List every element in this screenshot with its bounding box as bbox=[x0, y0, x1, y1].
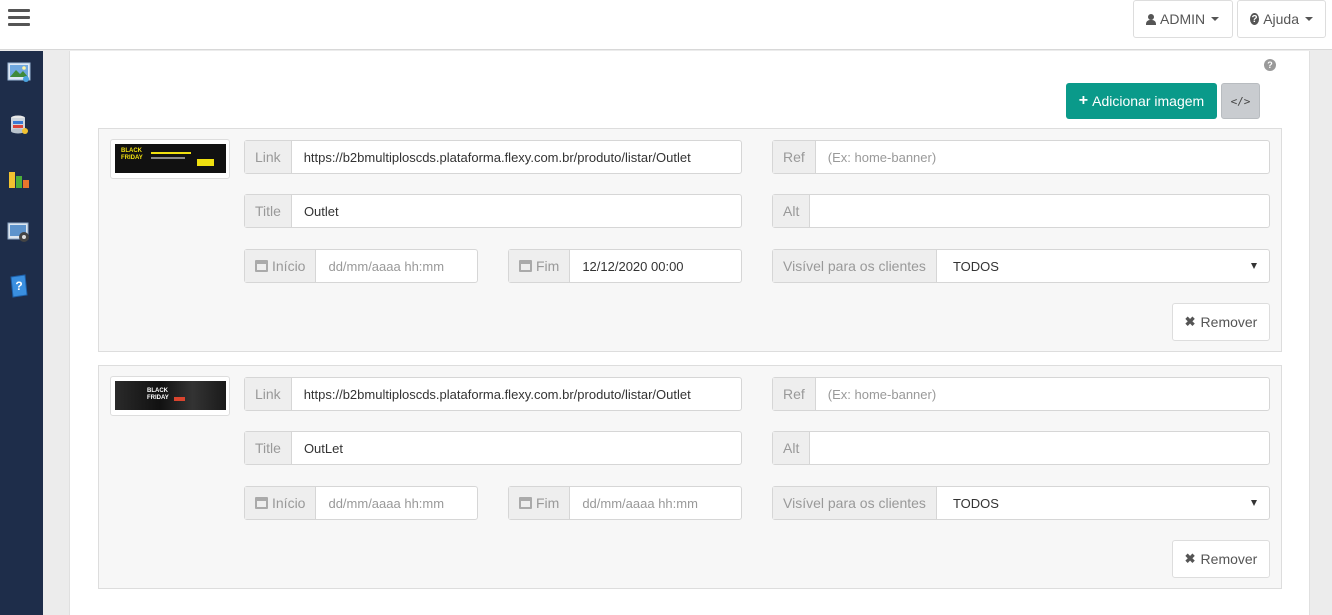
ref-input-group: Ref (Ex: home-banner) bbox=[772, 377, 1270, 411]
banner-editor-panel: ? + Adicionar imagem </> BLACK FRIDAY Li… bbox=[69, 51, 1310, 615]
select-arrow-icon bbox=[1251, 500, 1257, 506]
question-circle-icon: ? bbox=[1250, 13, 1260, 25]
code-icon: </> bbox=[1230, 94, 1251, 108]
fim-addon: Fim bbox=[509, 487, 571, 519]
banner-image: BLACK FRIDAY bbox=[115, 144, 226, 173]
visivel-value: TODOS bbox=[952, 495, 999, 511]
settings-screen-icon[interactable] bbox=[7, 220, 31, 244]
inicio-label: Início bbox=[272, 495, 306, 511]
fim-label: Fim bbox=[536, 258, 560, 274]
top-navbar: ADMIN ? Ajuda bbox=[0, 0, 1332, 50]
visivel-select-group: Visível para os clientes TODOS bbox=[772, 249, 1270, 283]
fim-input-group: Fim 12/12/2020 00:00 bbox=[508, 249, 742, 283]
ref-label: Ref bbox=[773, 141, 816, 173]
link-input-group: Link https://b2bmultiploscds.plataforma.… bbox=[244, 140, 742, 174]
remove-button[interactable]: ✖ Remover bbox=[1172, 540, 1270, 578]
inicio-label: Início bbox=[272, 258, 306, 274]
ref-input-group: Ref (Ex: home-banner) bbox=[772, 140, 1270, 174]
visivel-select[interactable]: TODOS bbox=[937, 250, 1269, 282]
title-label: Title bbox=[245, 432, 292, 464]
calendar-icon bbox=[255, 497, 268, 509]
banner-item: BLACK FRIDAY Link https://b2bmultiploscd… bbox=[98, 365, 1282, 589]
ref-input[interactable]: (Ex: home-banner) bbox=[816, 378, 1269, 410]
inicio-input[interactable]: dd/mm/aaaa hh:mm bbox=[316, 250, 477, 282]
inicio-input-group: Início dd/mm/aaaa hh:mm bbox=[244, 249, 478, 283]
title-input[interactable]: OutLet bbox=[292, 432, 741, 464]
fim-input[interactable]: 12/12/2020 00:00 bbox=[570, 250, 741, 282]
alt-label: Alt bbox=[773, 432, 811, 464]
fim-addon: Fim bbox=[509, 250, 571, 282]
caret-down-icon bbox=[1211, 17, 1220, 21]
help-dropdown-button[interactable]: ? Ajuda bbox=[1237, 0, 1326, 38]
visivel-select[interactable]: TODOS bbox=[937, 487, 1269, 519]
remove-label: Remover bbox=[1200, 314, 1258, 330]
fim-label: Fim bbox=[536, 495, 560, 511]
image-icon[interactable] bbox=[7, 60, 31, 84]
help-label: Ajuda bbox=[1263, 11, 1299, 27]
ref-label: Ref bbox=[773, 378, 816, 410]
close-icon: ✖ bbox=[1184, 314, 1196, 329]
visivel-label: Visível para os clientes bbox=[773, 250, 937, 282]
alt-label: Alt bbox=[773, 195, 811, 227]
add-image-label: Adicionar imagem bbox=[1092, 93, 1205, 109]
sidebar: ? bbox=[0, 51, 43, 615]
visivel-label: Visível para os clientes bbox=[773, 487, 937, 519]
fim-input[interactable]: dd/mm/aaaa hh:mm bbox=[570, 487, 741, 519]
admin-dropdown-button[interactable]: ADMIN bbox=[1133, 0, 1233, 38]
select-arrow-icon bbox=[1251, 263, 1257, 269]
caret-down-icon bbox=[1305, 17, 1313, 21]
user-icon bbox=[1146, 13, 1156, 25]
inicio-addon: Início bbox=[245, 250, 317, 282]
inicio-addon: Início bbox=[245, 487, 317, 519]
remove-button[interactable]: ✖ Remover bbox=[1172, 303, 1270, 341]
thumb-text: BLACK FRIDAY bbox=[121, 148, 143, 161]
ref-input[interactable]: (Ex: home-banner) bbox=[816, 141, 1269, 173]
calendar-icon bbox=[519, 260, 532, 272]
visivel-value: TODOS bbox=[952, 258, 999, 274]
banner-thumbnail[interactable]: BLACK FRIDAY bbox=[110, 376, 230, 416]
thumb-text: BLACK FRIDAY bbox=[147, 388, 169, 401]
visivel-select-group: Visível para os clientes TODOS bbox=[772, 486, 1270, 520]
add-image-button[interactable]: + Adicionar imagem bbox=[1066, 83, 1217, 119]
plus-icon: + bbox=[1078, 92, 1089, 109]
help-question-icon[interactable]: ? bbox=[1264, 59, 1276, 71]
calendar-icon bbox=[255, 260, 268, 272]
banner-thumbnail[interactable]: BLACK FRIDAY bbox=[110, 139, 230, 179]
alt-input-group: Alt bbox=[772, 431, 1270, 465]
remove-label: Remover bbox=[1200, 551, 1258, 567]
alt-input[interactable] bbox=[810, 195, 1269, 227]
title-label: Title bbox=[245, 195, 292, 227]
admin-label: ADMIN bbox=[1160, 11, 1206, 27]
database-icon[interactable] bbox=[7, 113, 31, 137]
title-input-group: Title OutLet bbox=[244, 431, 742, 465]
link-input[interactable]: https://b2bmultiploscds.plataforma.flexy… bbox=[292, 141, 741, 173]
help-book-icon[interactable]: ? bbox=[7, 274, 31, 298]
link-label: Link bbox=[245, 378, 292, 410]
title-input[interactable]: Outlet bbox=[292, 195, 741, 227]
inicio-input-group: Início dd/mm/aaaa hh:mm bbox=[244, 486, 478, 520]
link-label: Link bbox=[245, 141, 292, 173]
title-input-group: Title Outlet bbox=[244, 194, 742, 228]
link-input[interactable]: https://b2bmultiploscds.plataforma.flexy… bbox=[292, 378, 741, 410]
fim-input-group: Fim dd/mm/aaaa hh:mm bbox=[508, 486, 742, 520]
inicio-input[interactable]: dd/mm/aaaa hh:mm bbox=[316, 487, 477, 519]
banner-image: BLACK FRIDAY bbox=[115, 381, 226, 410]
close-icon: ✖ bbox=[1184, 551, 1196, 566]
link-input-group: Link https://b2bmultiploscds.plataforma.… bbox=[244, 377, 742, 411]
calendar-icon bbox=[519, 497, 532, 509]
svg-text:?: ? bbox=[15, 279, 22, 293]
banner-item: BLACK FRIDAY Link https://b2bmultiploscd… bbox=[98, 128, 1282, 352]
alt-input[interactable] bbox=[810, 432, 1269, 464]
code-view-button[interactable]: </> bbox=[1221, 83, 1260, 119]
menu-icon[interactable] bbox=[8, 9, 30, 27]
alt-input-group: Alt bbox=[772, 194, 1270, 228]
bar-chart-icon[interactable] bbox=[7, 166, 31, 190]
